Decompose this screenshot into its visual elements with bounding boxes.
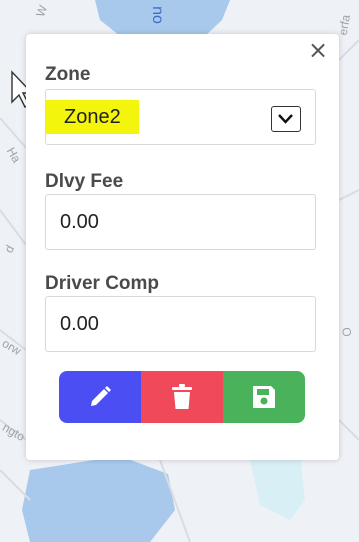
dropdown-toggle[interactable] [271,106,301,132]
zone-edit-popup: × Zone Zone2 Dlvy Fee Driver Comp [26,34,339,460]
delete-button[interactable] [141,371,223,423]
chevron-down-icon [278,114,293,124]
edit-button[interactable] [59,371,141,423]
driver-comp-input[interactable] [60,313,290,336]
trash-icon [172,384,192,409]
driver-comp-label: Driver Comp [45,273,160,294]
save-button[interactable] [223,371,305,423]
zone-label: Zone [45,64,91,85]
delivery-fee-label: Dlvy Fee [45,171,124,192]
delivery-fee-field[interactable] [45,194,316,250]
zone-selected-value: Zone2 [46,100,139,134]
floppy-disk-icon [253,386,275,408]
delivery-fee-input[interactable] [60,211,290,234]
map-water-label: no [148,6,166,24]
action-button-group [59,371,305,423]
zone-select[interactable]: Zone2 [45,89,316,145]
driver-comp-field[interactable] [45,296,316,352]
pencil-icon [91,386,111,406]
close-button[interactable]: × [307,38,329,62]
